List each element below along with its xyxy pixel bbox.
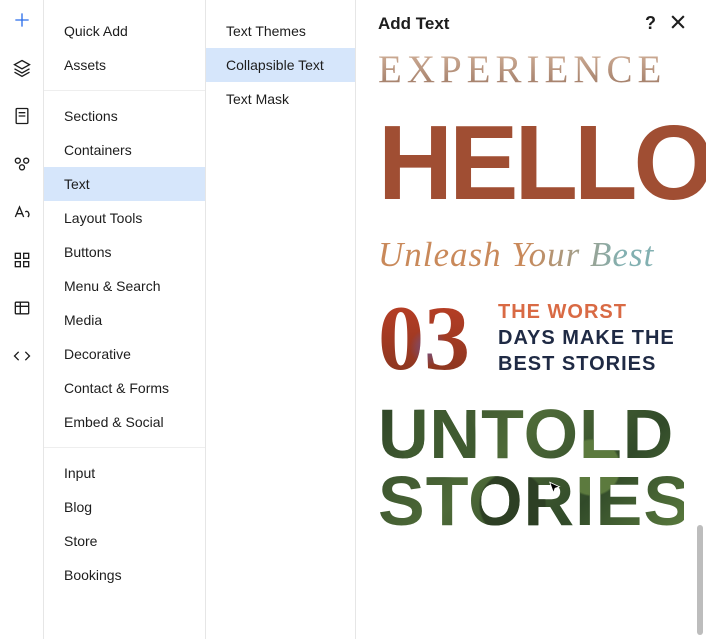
category-store[interactable]: Store xyxy=(44,524,205,558)
rail-pages[interactable] xyxy=(8,102,36,130)
subcategory-collapsible-text[interactable]: Collapsible Text xyxy=(206,48,355,82)
rail-text-style[interactable] xyxy=(8,198,36,226)
preview-header: Add Text ? xyxy=(356,0,706,45)
sample-untold-line2: STORIES xyxy=(378,468,684,535)
close-icon xyxy=(668,12,688,32)
subcategory-text-mask[interactable]: Text Mask xyxy=(206,82,355,116)
sample-unleash[interactable]: Unleash Your Best xyxy=(378,235,684,275)
category-containers[interactable]: Containers xyxy=(44,133,205,167)
preview-body[interactable]: EXPERIENCE HELLO Unleash Your Best 03 TH… xyxy=(356,45,706,639)
category-layout-tools[interactable]: Layout Tools xyxy=(44,201,205,235)
subcategories-column: Text Themes Collapsible Text Text Mask xyxy=(206,0,356,639)
category-input[interactable]: Input xyxy=(44,456,205,490)
category-assets[interactable]: Assets xyxy=(44,48,205,82)
sample-worst-line1: THE WORST xyxy=(498,299,675,325)
category-media[interactable]: Media xyxy=(44,303,205,337)
sample-experience[interactable]: EXPERIENCE xyxy=(378,47,684,92)
text-style-icon xyxy=(12,202,32,222)
sample-untold-line1: UNTOLD xyxy=(378,401,684,468)
sample-untold-stories[interactable]: UNTOLD STORIES xyxy=(378,401,684,534)
pages-icon xyxy=(12,106,32,126)
category-group-0: Quick Add Assets xyxy=(44,14,205,91)
category-menu-search[interactable]: Menu & Search xyxy=(44,269,205,303)
sample-worst-days[interactable]: 03 THE WORST DAYS MAKE THE BEST STORIES xyxy=(378,299,684,377)
category-group-1: Sections Containers Text Layout Tools Bu… xyxy=(44,99,205,448)
scrollbar-thumb[interactable] xyxy=(697,525,703,635)
sample-worst-line2b: BEST STORIES xyxy=(498,351,675,377)
category-blog[interactable]: Blog xyxy=(44,490,205,524)
rail-add[interactable] xyxy=(8,6,36,34)
sample-worst-line2a: DAYS MAKE THE xyxy=(498,325,675,351)
rail-dev[interactable] xyxy=(8,342,36,370)
close-button[interactable] xyxy=(668,12,688,35)
sample-hello[interactable]: HELLO xyxy=(378,116,678,211)
category-embed-social[interactable]: Embed & Social xyxy=(44,405,205,439)
dev-icon xyxy=(12,346,32,366)
sample-worst-text: THE WORST DAYS MAKE THE BEST STORIES xyxy=(498,299,675,377)
category-sections[interactable]: Sections xyxy=(44,99,205,133)
rail-people[interactable] xyxy=(8,150,36,178)
category-contact-forms[interactable]: Contact & Forms xyxy=(44,371,205,405)
panel-title: Add Text xyxy=(378,14,449,34)
category-buttons[interactable]: Buttons xyxy=(44,235,205,269)
category-text[interactable]: Text xyxy=(44,167,205,201)
preview-panel: Add Text ? EXPERIENCE HELLO Unleash Your… xyxy=(356,0,706,639)
category-decorative[interactable]: Decorative xyxy=(44,337,205,371)
icon-rail xyxy=(0,0,44,639)
rail-layers[interactable] xyxy=(8,54,36,82)
help-button[interactable]: ? xyxy=(645,13,656,34)
rail-apps[interactable] xyxy=(8,246,36,274)
people-icon xyxy=(12,154,32,174)
categories-column: Quick Add Assets Sections Containers Tex… xyxy=(44,0,206,639)
add-icon xyxy=(12,10,32,30)
subcategory-text-themes[interactable]: Text Themes xyxy=(206,14,355,48)
header-actions: ? xyxy=(645,12,688,35)
rail-data[interactable] xyxy=(8,294,36,322)
category-group-2: Input Blog Store Bookings xyxy=(44,456,205,600)
layers-icon xyxy=(12,58,32,78)
data-icon xyxy=(12,298,32,318)
apps-icon xyxy=(12,250,32,270)
category-bookings[interactable]: Bookings xyxy=(44,558,205,592)
sample-number-03: 03 xyxy=(378,302,470,376)
category-quick-add[interactable]: Quick Add xyxy=(44,14,205,48)
